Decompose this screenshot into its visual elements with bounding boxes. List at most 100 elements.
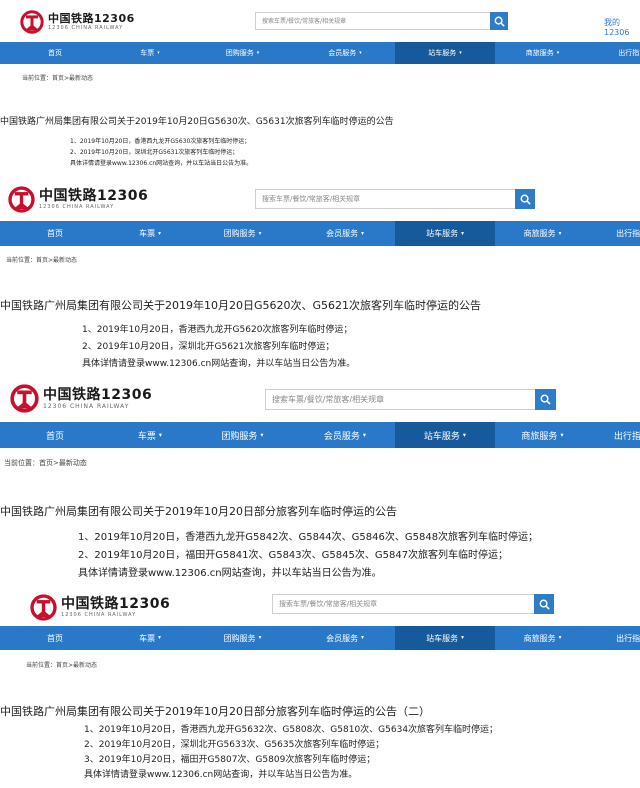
nav-item-6[interactable]: 商旅服务 ▾ <box>495 221 590 246</box>
nav-item-4[interactable]: 会员服务 ▾ <box>295 42 395 64</box>
nav-item-label: 车票 <box>139 229 156 238</box>
nav-item-4[interactable]: 会员服务 ▾ <box>295 626 395 650</box>
chevron-down-icon: ▾ <box>158 230 161 237</box>
main-nav: 首页车票▾团购服务▾会员服务▾站车服务▾商旅服务▾出行指南▾ <box>0 626 640 650</box>
chevron-down-icon: ▾ <box>359 50 362 56</box>
notice-line: 1、2019年10月20日，香港西九龙开G5842次、G5844次、G5846次… <box>78 532 539 543</box>
chevron-down-icon: ▾ <box>362 431 367 439</box>
logo-title: 中国铁路12306 <box>43 386 153 403</box>
breadcrumb[interactable]: 当前位置：首页>最新动态 <box>26 660 97 669</box>
search-button[interactable] <box>535 389 556 410</box>
chevron-down-icon: ▾ <box>461 230 464 237</box>
nav-item-label: 站车服务 <box>428 49 457 57</box>
notice-line: 2、2019年10月20日，深圳北开G5633次、G5635次旅客列车临时停运； <box>84 740 385 750</box>
nav-item-1[interactable]: 首页 <box>0 626 110 650</box>
nav-item-label: 车票 <box>140 49 155 57</box>
search-input[interactable] <box>265 389 535 410</box>
nav-item-label: 出行指南 <box>618 49 640 57</box>
nav-item-label: 团购服务 <box>225 49 254 57</box>
nav-item-5[interactable]: 站车服务 ▾ <box>395 221 495 246</box>
nav-item-2[interactable]: 车票 ▾ <box>110 221 190 246</box>
logo-title: 中国铁路12306 <box>39 188 149 204</box>
search-box <box>272 594 554 614</box>
chevron-down-icon: ▾ <box>560 431 564 439</box>
nav-item-label: 站车服务 <box>426 633 459 643</box>
nav-item-3[interactable]: 团购服务 ▾ <box>190 42 295 64</box>
nav-item-7[interactable]: 出行指南▾ <box>590 42 640 64</box>
nav-item-label: 团购服务 <box>223 633 256 643</box>
my-account-link[interactable]: 我的12306 <box>604 17 640 37</box>
search-input[interactable] <box>255 12 490 30</box>
screenshot-panel-1: 中国铁路1230612306 CHINA RAILWAY我的12306首页车票▾… <box>0 0 640 180</box>
logo-text: 中国铁路12306 12306 CHINA RAILWAY <box>39 189 148 210</box>
nav-item-label: 商旅服务 <box>525 49 554 57</box>
nav-item-label: 出行指南 <box>613 431 640 442</box>
nav-item-label: 团购服务 <box>221 431 258 442</box>
nav-item-6[interactable]: 商旅服务 ▾ <box>495 42 590 64</box>
nav-item-label: 商旅服务 <box>523 633 556 643</box>
nav-item-1[interactable]: 首页 <box>0 42 110 64</box>
search-icon <box>520 194 531 205</box>
logo-title: 中国铁路12306 <box>61 596 171 612</box>
logo-subtitle: 12306 CHINA RAILWAY <box>39 204 115 210</box>
screenshot-panel-2: 中国铁路1230612306 CHINA RAILWAY首页车票▾团购服务▾会员… <box>0 180 640 376</box>
nav-item-2[interactable]: 车票 ▾ <box>110 42 190 64</box>
chevron-down-icon: ▾ <box>157 50 160 56</box>
nav-item-1[interactable]: 首页 <box>0 221 110 246</box>
nav-item-label: 站车服务 <box>423 431 460 442</box>
nav-item-5[interactable]: 站车服务 ▾ <box>395 42 495 64</box>
notice-title: 中国铁路广州局集团有限公司关于2019年10月20日G5630次、G5631次旅… <box>0 117 394 127</box>
site-logo[interactable]: 中国铁路12306 12306 CHINA RAILWAY <box>30 594 170 621</box>
nav-item-label: 会员服务 <box>328 49 357 57</box>
search-box <box>255 12 508 30</box>
logo-text: 中国铁路12306 12306 CHINA RAILWAY <box>61 597 170 618</box>
nav-item-7[interactable]: 出行指南▾ <box>590 221 640 246</box>
chevron-down-icon: ▾ <box>258 635 262 641</box>
search-box <box>255 189 535 209</box>
search-icon <box>539 599 550 610</box>
nav-item-label: 会员服务 <box>326 633 359 643</box>
nav-item-2[interactable]: 车票 ▾ <box>110 422 190 448</box>
search-input[interactable] <box>255 189 515 209</box>
nav-item-5[interactable]: 站车服务 ▾ <box>395 626 495 650</box>
notice-title: 中国铁路广州局集团有限公司关于2019年10月20日G5620次、G5621次旅… <box>0 299 482 312</box>
nav-item-label: 出行指南 <box>616 633 640 643</box>
railway-emblem-icon <box>10 384 39 413</box>
nav-item-7[interactable]: 出行指南▾ <box>590 422 640 448</box>
search-input[interactable] <box>272 594 534 614</box>
chevron-down-icon: ▾ <box>256 50 260 56</box>
breadcrumb[interactable]: 当前位置：首页>最新动态 <box>6 255 77 264</box>
nav-item-1[interactable]: 首页 <box>0 422 110 448</box>
chevron-down-icon: ▾ <box>461 635 464 641</box>
site-logo[interactable]: 中国铁路12306 12306 CHINA RAILWAY <box>10 384 152 413</box>
breadcrumb[interactable]: 当前位置：首页>最新动态 <box>4 458 87 468</box>
nav-item-3[interactable]: 团购服务 ▾ <box>190 221 295 246</box>
railway-emblem-icon <box>20 10 44 34</box>
nav-item-label: 会员服务 <box>326 229 359 238</box>
nav-item-label: 会员服务 <box>323 431 360 442</box>
main-nav: 首页车票▾团购服务▾会员服务▾站车服务▾商旅服务▾出行指南▾ <box>0 221 640 246</box>
nav-item-6[interactable]: 商旅服务 ▾ <box>495 626 590 650</box>
nav-item-3[interactable]: 团购服务 ▾ <box>190 626 295 650</box>
chevron-down-icon: ▾ <box>459 50 462 56</box>
notice-line: 2、2019年10月20日，深圳北开G5631次旅客列车临时停运； <box>70 149 239 156</box>
nav-item-7[interactable]: 出行指南▾ <box>590 626 640 650</box>
notice-line: 2、2019年10月20日，深圳北开G5621次旅客列车临时停运； <box>82 342 335 352</box>
nav-item-5[interactable]: 站车服务 ▾ <box>395 422 495 448</box>
chevron-down-icon: ▾ <box>158 431 163 439</box>
search-button[interactable] <box>534 594 554 614</box>
logo-subtitle: 12306 CHINA RAILWAY <box>61 612 137 618</box>
search-button[interactable] <box>490 12 508 30</box>
search-icon <box>540 394 551 405</box>
nav-item-6[interactable]: 商旅服务 ▾ <box>495 422 590 448</box>
site-logo[interactable]: 中国铁路12306 12306 CHINA RAILWAY <box>20 10 135 34</box>
search-button[interactable] <box>515 189 535 209</box>
nav-item-2[interactable]: 车票 ▾ <box>110 626 190 650</box>
nav-item-4[interactable]: 会员服务 ▾ <box>295 422 395 448</box>
nav-item-label: 商旅服务 <box>523 229 556 238</box>
notice-title: 中国铁路广州局集团有限公司关于2019年10月20日部分旅客列车临时停运的公告（… <box>0 705 430 718</box>
nav-item-4[interactable]: 会员服务 ▾ <box>295 221 395 246</box>
nav-item-3[interactable]: 团购服务 ▾ <box>190 422 295 448</box>
site-logo[interactable]: 中国铁路12306 12306 CHINA RAILWAY <box>8 186 148 213</box>
breadcrumb[interactable]: 当前位置：首页>最新动态 <box>22 73 93 82</box>
